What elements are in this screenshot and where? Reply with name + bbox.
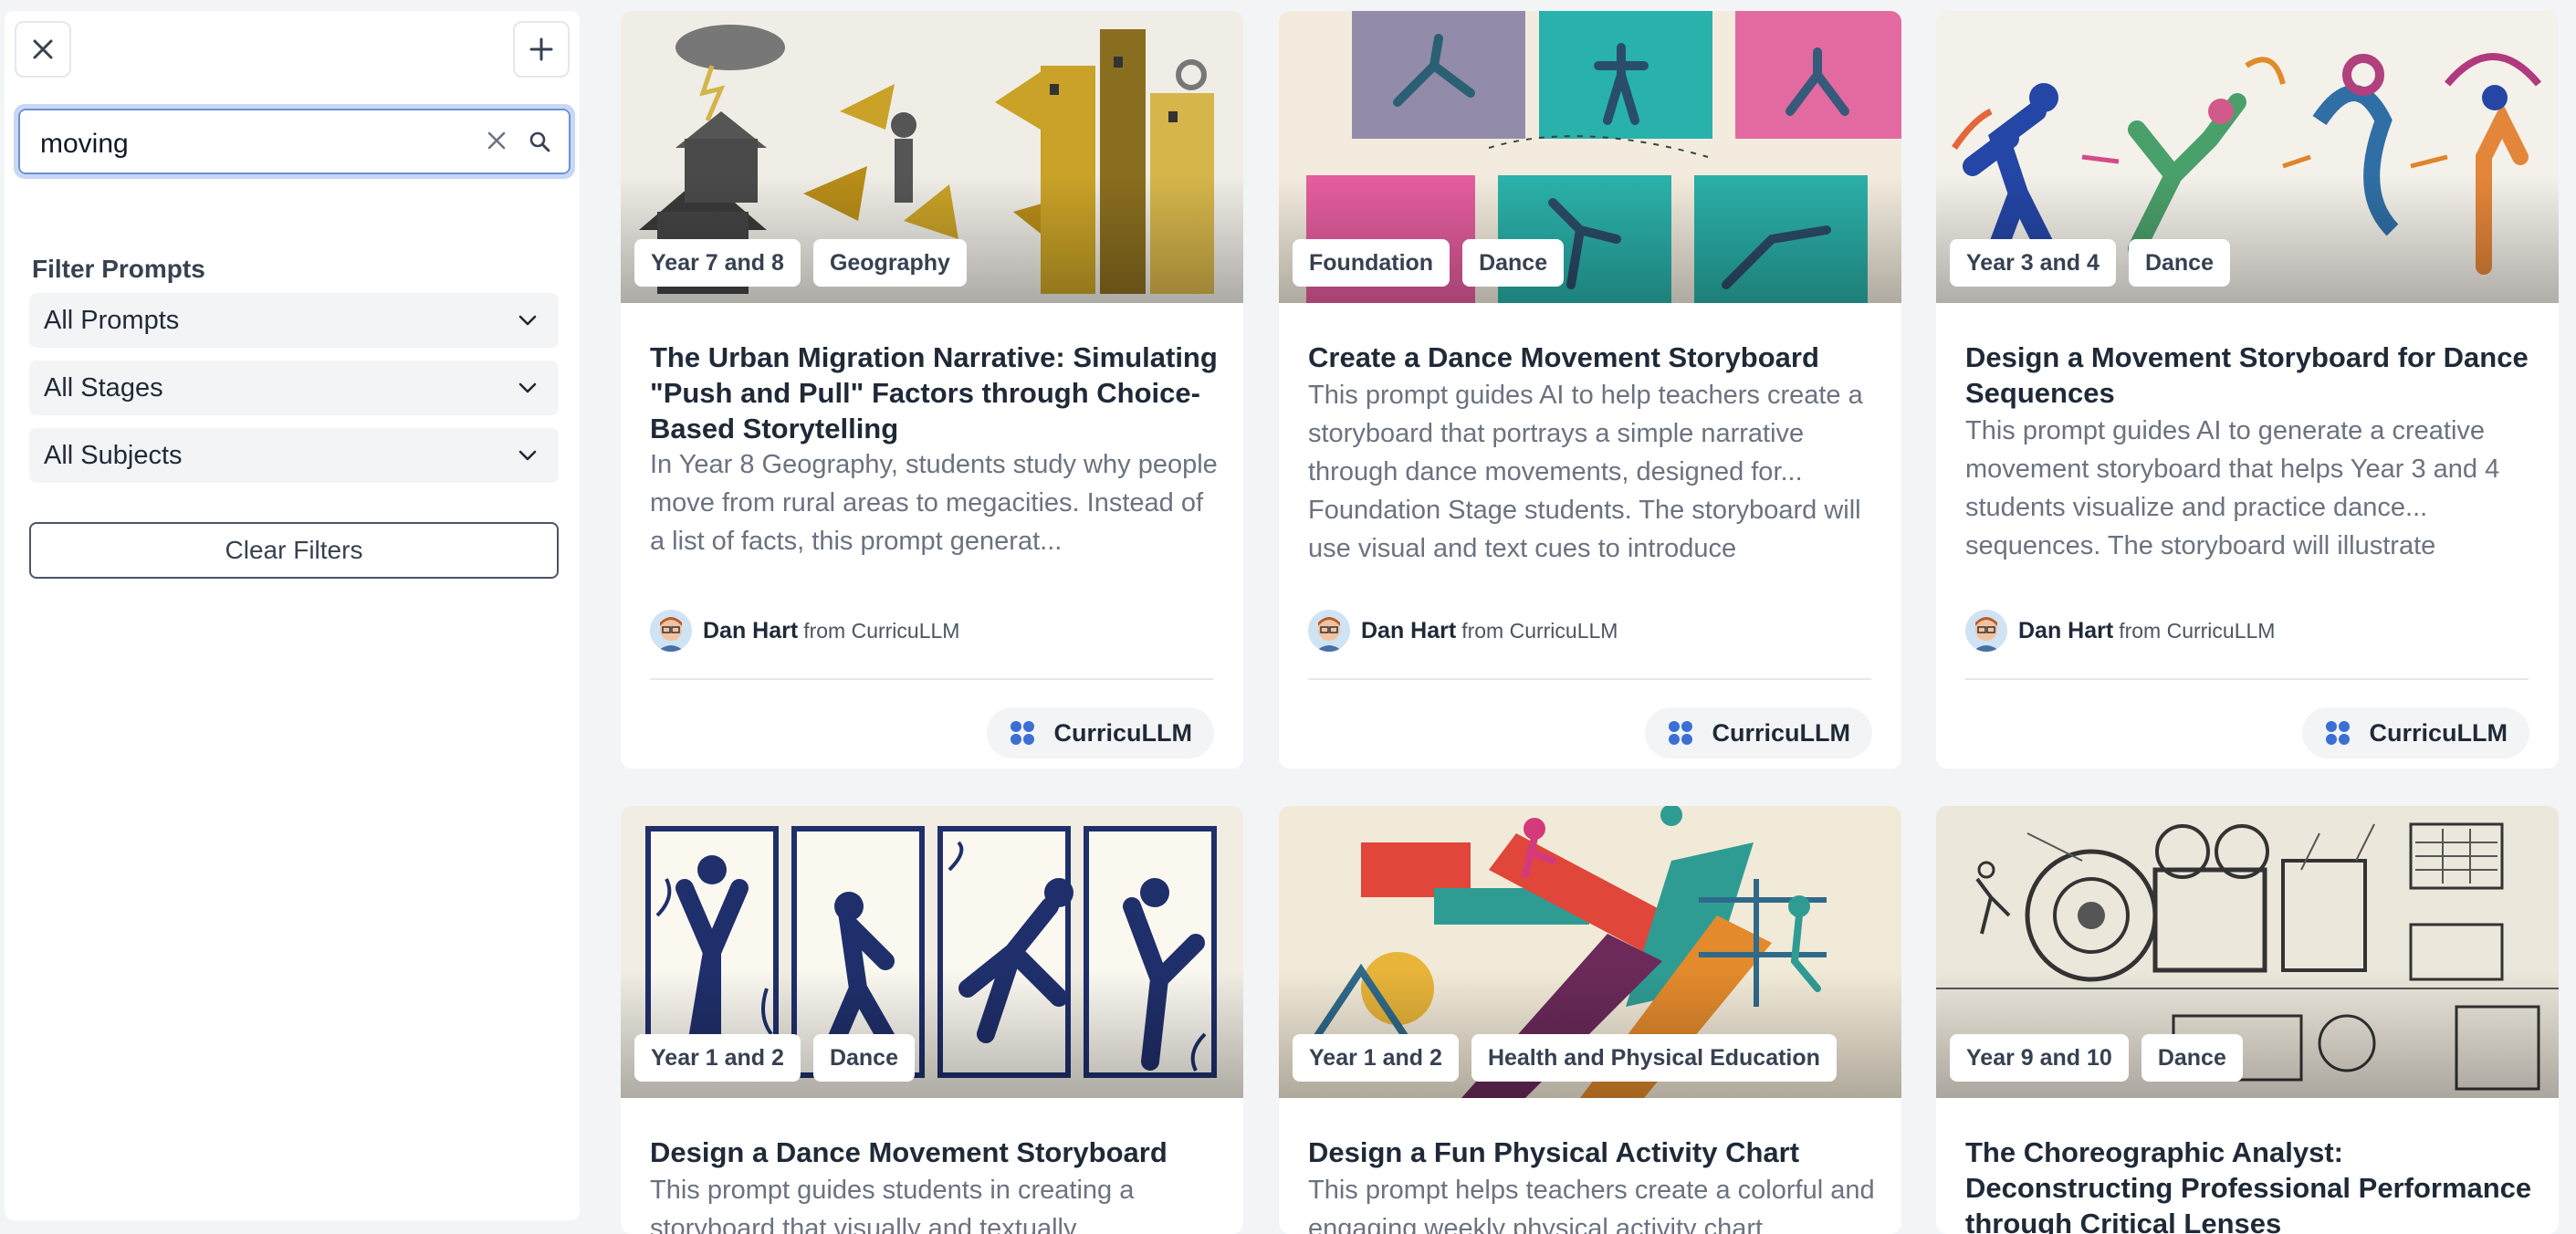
avatar	[1965, 610, 2007, 652]
avatar	[1308, 610, 1350, 652]
author-name: Dan Hart	[703, 617, 799, 643]
author-name: Dan Hart	[2018, 617, 2114, 643]
avatar	[650, 610, 692, 652]
card-thumbnail: Year 9 and 10 Dance	[1936, 806, 2559, 1098]
clear-search-button[interactable]	[485, 129, 508, 157]
clear-filters-button[interactable]: Clear Filters	[29, 522, 559, 579]
chevron-down-icon	[518, 315, 537, 326]
prompt-card[interactable]: Foundation Dance Create a Dance Movement…	[1279, 11, 1901, 769]
divider	[1308, 678, 1871, 680]
subject-tag: Geography	[812, 239, 967, 287]
search-icon	[529, 131, 550, 152]
stage-tag: Foundation	[1293, 239, 1450, 287]
prompt-card[interactable]: Year 1 and 2 Dance Design a Dance Moveme…	[621, 806, 1243, 1234]
subject-tag: Dance	[1462, 239, 1565, 287]
card-title[interactable]: Design a Movement Storyboard for Dance S…	[1965, 340, 2536, 411]
divider	[650, 678, 1213, 680]
author-name: Dan Hart	[1361, 617, 1457, 643]
search-button[interactable]	[529, 131, 550, 157]
subject-tag: Health and Physical Education	[1471, 1034, 1837, 1082]
card-thumbnail: Year 7 and 8 Geography	[621, 11, 1243, 303]
prompt-card[interactable]: Year 9 and 10 Dance The Choreographic An…	[1936, 806, 2559, 1234]
plus-icon	[529, 37, 553, 61]
card-tags: Year 1 and 2 Dance	[634, 1034, 915, 1082]
prompt-card[interactable]: Year 7 and 8 Geography The Urban Migrati…	[621, 11, 1243, 769]
card-author: Dan Hart from CurricuLLM	[650, 610, 959, 652]
select-value: All Stages	[44, 373, 163, 403]
curricullm-logo-icon	[1668, 721, 1692, 745]
prompt-card[interactable]: Year 3 and 4 Dance Design a Movement Sto…	[1936, 11, 2559, 769]
card-description: This prompt guides AI to help teachers c…	[1308, 381, 1863, 563]
card-thumbnail: Year 3 and 4 Dance	[1936, 11, 2559, 303]
select-value: All Prompts	[44, 306, 180, 335]
select-value: All Subjects	[44, 441, 183, 470]
chevron-down-icon	[518, 382, 537, 393]
card-author: Dan Hart from CurricuLLM	[1965, 610, 2275, 652]
brand-name: CurricuLLM	[1053, 718, 1193, 747]
prompt-card[interactable]: Year 1 and 2 Health and Physical Educati…	[1279, 806, 1901, 1234]
card-author: Dan Hart from CurricuLLM	[1308, 610, 1618, 652]
close-sidebar-button[interactable]	[15, 21, 71, 78]
subject-select[interactable]: All Subjects	[29, 428, 559, 483]
author-organization: from CurricuLLM	[1461, 618, 1618, 643]
card-title[interactable]: Create a Dance Movement Storyboard	[1308, 340, 1879, 375]
subject-tag: Dance	[2141, 1034, 2243, 1082]
divider	[1965, 678, 2529, 680]
card-title[interactable]: The Choreographic Analyst: Deconstructin…	[1965, 1135, 2536, 1234]
card-thumbnail: Year 1 and 2 Dance	[621, 806, 1243, 1098]
clear-icon	[487, 131, 506, 150]
card-title[interactable]: Design a Fun Physical Activity Chart	[1308, 1135, 1879, 1170]
card-tags: Year 3 and 4 Dance	[1950, 239, 2230, 287]
curricullm-logo-icon	[2325, 721, 2350, 745]
search-input[interactable]: moving	[40, 129, 129, 160]
card-thumbnail: Foundation Dance	[1279, 11, 1901, 303]
filter-prompts-heading: Filter Prompts	[32, 255, 205, 283]
card-title[interactable]: Design a Dance Movement Storyboard	[650, 1135, 1220, 1170]
card-description: This prompt helps teachers create a colo…	[1308, 1176, 1875, 1234]
subject-tag: Dance	[2128, 239, 2230, 287]
brand-badge: CurricuLLM	[1644, 707, 1872, 758]
stage-tag: Year 9 and 10	[1950, 1034, 2129, 1082]
filter-sidebar: moving Filter Prompts All Prompts All St…	[5, 11, 580, 1220]
brand-name: CurricuLLM	[2369, 718, 2508, 747]
stage-tag: Year 1 and 2	[1293, 1034, 1459, 1082]
close-icon	[33, 39, 53, 59]
add-prompt-button[interactable]	[513, 21, 570, 78]
card-tags: Foundation Dance	[1293, 239, 1565, 287]
stage-tag: Year 7 and 8	[634, 239, 801, 287]
author-organization: from CurricuLLM	[2119, 618, 2276, 643]
stage-tag: Year 1 and 2	[634, 1034, 801, 1082]
card-tags: Year 1 and 2 Health and Physical Educati…	[1293, 1034, 1837, 1082]
prompt-type-select[interactable]: All Prompts	[29, 293, 559, 348]
brand-badge: CurricuLLM	[2301, 707, 2529, 758]
chevron-down-icon	[518, 450, 537, 461]
card-title[interactable]: The Urban Migration Narrative: Simulatin…	[650, 340, 1220, 446]
brand-badge: CurricuLLM	[986, 707, 1214, 758]
search-field[interactable]: moving	[14, 104, 575, 179]
curricullm-logo-icon	[1010, 721, 1034, 745]
subject-tag: Dance	[812, 1034, 915, 1082]
card-description: This prompt guides AI to generate a crea…	[1965, 416, 2500, 560]
card-description: In Year 8 Geography, students study why …	[650, 450, 1218, 556]
stage-tag: Year 3 and 4	[1950, 239, 2116, 287]
card-description: This prompt guides students in creating …	[650, 1176, 1135, 1234]
brand-name: CurricuLLM	[1712, 718, 1851, 747]
card-tags: Year 7 and 8 Geography	[634, 239, 967, 287]
stage-select[interactable]: All Stages	[29, 361, 559, 415]
card-thumbnail: Year 1 and 2 Health and Physical Educati…	[1279, 806, 1901, 1098]
author-organization: from CurricuLLM	[803, 618, 960, 643]
card-tags: Year 9 and 10 Dance	[1950, 1034, 2243, 1082]
